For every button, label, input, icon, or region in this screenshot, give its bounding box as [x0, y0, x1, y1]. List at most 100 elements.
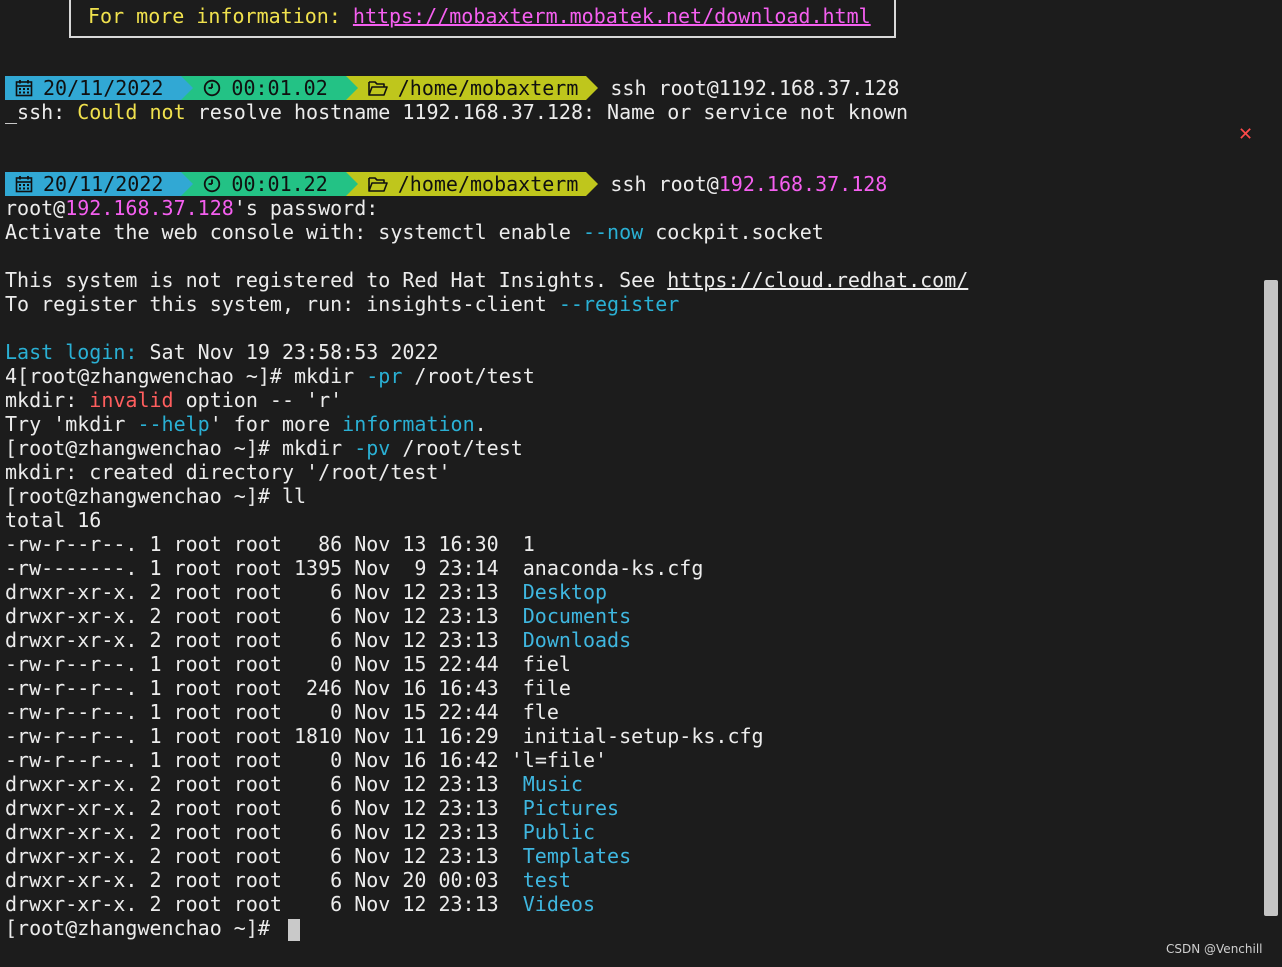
file-meta: -rw-r--r--. 1 root root 0 Nov 15 22:44: [5, 700, 523, 724]
file-name: anaconda-ks.cfg: [522, 556, 704, 580]
help-hint-line: Try 'mkdir --help' for more information.: [5, 412, 487, 436]
ssh-host: 192.168.37.128: [718, 172, 888, 196]
scrollbar-thumb[interactable]: [1264, 280, 1278, 916]
clock-icon: [203, 79, 221, 97]
file-meta: -rw-r--r--. 1 root root 86 Nov 13 16:30: [5, 532, 523, 556]
file-row: drwxr-xr-x. 2 root root 6 Nov 12 23:13 T…: [5, 844, 631, 868]
output-line: total 16: [5, 508, 102, 532]
prompt-date: 20/11/2022: [43, 76, 164, 100]
directory-name: Documents: [522, 604, 632, 628]
file-row: drwxr-xr-x. 2 root root 6 Nov 12 23:13 M…: [5, 772, 583, 796]
file-meta: -rw-r--r--. 1 root root 0 Nov 16 16:42: [5, 748, 511, 772]
directory-name: Videos: [522, 892, 596, 916]
command-line: [root@zhangwenchao ~]# ll: [5, 484, 307, 508]
file-name: fle: [522, 700, 559, 724]
file-name: 1: [522, 532, 535, 556]
register-line: To register this system, run: insights-c…: [5, 292, 680, 316]
path-segment: /home/mobaxterm: [357, 172, 587, 196]
file-name: initial-setup-ks.cfg: [522, 724, 764, 748]
prompt-time: 00:01.22: [231, 172, 328, 196]
file-row: -rw-------. 1 root root 1395 Nov 9 23:14…: [5, 556, 703, 580]
prompt-time: 00:01.02: [231, 76, 328, 100]
file-meta: drwxr-xr-x. 2 root root 6 Nov 12 23:13: [5, 604, 523, 628]
prompt-date: 20/11/2022: [43, 172, 164, 196]
file-row: -rw-r--r--. 1 root root 86 Nov 13 16:30 …: [5, 532, 535, 556]
segment-separator: [181, 76, 194, 100]
download-link[interactable]: https://mobaxterm.mobatek.net/download.h…: [353, 4, 871, 28]
prompt-path: /home/mobaxterm: [397, 172, 579, 196]
file-meta: drwxr-xr-x. 2 root root 6 Nov 12 23:13: [5, 844, 523, 868]
directory-name: Public: [522, 820, 596, 844]
file-meta: -rw-------. 1 root root 1395 Nov 9 23:14: [5, 556, 523, 580]
file-row: drwxr-xr-x. 2 root root 6 Nov 12 23:13 D…: [5, 604, 631, 628]
error-highlight: Could not: [77, 100, 186, 124]
file-row: drwxr-xr-x. 2 root root 6 Nov 12 23:13 D…: [5, 580, 607, 604]
ssh-error-line: _ssh: Could not resolve hostname 1192.16…: [5, 100, 909, 124]
directory-name: test: [522, 868, 571, 892]
directory-name: Downloads: [522, 628, 632, 652]
command-line: 4[root@zhangwenchao ~]# mkdir -pr /root/…: [5, 364, 535, 388]
segment-separator: [345, 172, 358, 196]
file-row: drwxr-xr-x. 2 root root 6 Nov 20 00:03 t…: [5, 868, 571, 892]
file-row: -rw-r--r--. 1 root root 0 Nov 15 22:44 f…: [5, 700, 559, 724]
last-login-line: Last login: Sat Nov 19 23:58:53 2022: [5, 340, 439, 364]
file-row: drwxr-xr-x. 2 root root 6 Nov 12 23:13 P…: [5, 796, 619, 820]
watermark: CSDN @Venchill: [1166, 942, 1263, 956]
file-name: file: [522, 676, 571, 700]
file-meta: -rw-r--r--. 1 root root 246 Nov 16 16:43: [5, 676, 523, 700]
file-row: drwxr-xr-x. 2 root root 6 Nov 12 23:13 V…: [5, 892, 595, 916]
error-line: mkdir: invalid option -- 'r': [5, 388, 343, 412]
activate-line: Activate the web console with: systemctl…: [5, 220, 824, 244]
file-row: -rw-r--r--. 1 root root 0 Nov 15 22:44 f…: [5, 652, 571, 676]
file-row: -rw-r--r--. 1 root root 0 Nov 16 16:42 '…: [5, 748, 607, 772]
directory-name: Templates: [522, 844, 632, 868]
file-meta: drwxr-xr-x. 2 root root 6 Nov 12 23:13: [5, 796, 523, 820]
segment-separator: [586, 172, 599, 196]
directory-name: Pictures: [522, 796, 620, 820]
file-meta: -rw-r--r--. 1 root root 0 Nov 15 22:44: [5, 652, 523, 676]
file-name: fiel: [522, 652, 571, 676]
directory-name: Desktop: [522, 580, 608, 604]
clock-icon: [203, 175, 221, 193]
info-label: For more information:: [88, 4, 353, 28]
prompt-line-1: 20/11/2022 00:01.02 /home/mobaxterm ssh …: [5, 76, 899, 100]
file-meta: drwxr-xr-x. 2 root root 6 Nov 12 23:13: [5, 580, 523, 604]
file-meta: drwxr-xr-x. 2 root root 6 Nov 20 00:03: [5, 868, 523, 892]
segment-separator: [586, 76, 599, 100]
file-meta: drwxr-xr-x. 2 root root 6 Nov 12 23:13: [5, 892, 523, 916]
file-row: -rw-r--r--. 1 root root 1810 Nov 11 16:2…: [5, 724, 764, 748]
segment-separator: [181, 172, 194, 196]
command-line: [root@zhangwenchao ~]# mkdir -pv /root/t…: [5, 436, 523, 460]
redhat-link[interactable]: https://cloud.redhat.com/: [667, 268, 968, 292]
info-line: For more information: https://mobaxterm.…: [88, 4, 871, 28]
output-line: mkdir: created directory '/root/test': [5, 460, 451, 484]
final-prompt-line: [root@zhangwenchao ~]#: [5, 916, 300, 941]
folder-open-icon: [367, 176, 388, 193]
file-row: -rw-r--r--. 1 root root 246 Nov 16 16:43…: [5, 676, 571, 700]
text-cursor: [287, 918, 300, 941]
segment-separator: [345, 76, 358, 100]
folder-open-icon: [367, 80, 388, 97]
prompt-line-2: 20/11/2022 00:01.22 /home/mobaxterm ssh …: [5, 172, 887, 196]
calendar-icon: [15, 79, 33, 97]
file-meta: drwxr-xr-x. 2 root root 6 Nov 12 23:13: [5, 820, 523, 844]
terminal-output[interactable]: For more information: https://mobaxterm.…: [0, 0, 1262, 967]
file-meta: drwxr-xr-x. 2 root root 6 Nov 12 23:13: [5, 628, 523, 652]
insights-line: This system is not registered to Red Hat…: [5, 268, 969, 292]
close-x-icon[interactable]: ✕: [1238, 125, 1253, 145]
path-segment: /home/mobaxterm: [357, 76, 587, 100]
prompt-path: /home/mobaxterm: [397, 76, 579, 100]
file-meta: drwxr-xr-x. 2 root root 6 Nov 12 23:13: [5, 772, 523, 796]
file-meta: -rw-r--r--. 1 root root 1810 Nov 11 16:2…: [5, 724, 523, 748]
calendar-icon: [15, 175, 33, 193]
command-text: ssh root@192.168.37.128: [610, 172, 888, 196]
command-text: ssh root@1192.168.37.128: [610, 76, 900, 100]
file-row: drwxr-xr-x. 2 root root 6 Nov 12 23:13 D…: [5, 628, 631, 652]
time-segment: 00:01.22: [193, 172, 346, 196]
date-segment: 20/11/2022: [5, 172, 182, 196]
file-row: drwxr-xr-x. 2 root root 6 Nov 12 23:13 P…: [5, 820, 595, 844]
time-segment: 00:01.02: [193, 76, 346, 100]
password-line: root@192.168.37.128's password:: [5, 196, 379, 220]
file-name: 'l=file': [510, 748, 608, 772]
directory-name: Music: [522, 772, 583, 796]
